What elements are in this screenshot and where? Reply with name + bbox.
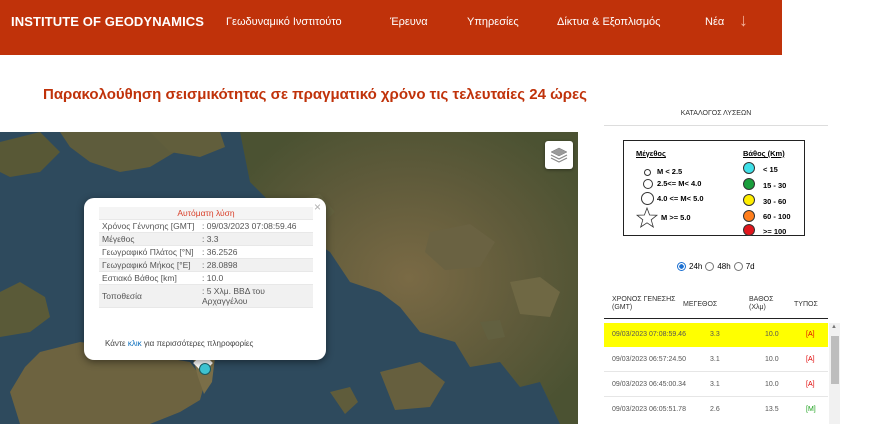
depth-dot-icon bbox=[743, 210, 755, 222]
cell-time: 09/03/2023 06:45:00.34 bbox=[612, 381, 686, 388]
cell-depth: 10.0 bbox=[765, 331, 779, 338]
header-divider bbox=[604, 318, 828, 319]
legend-depth-header: Βάθος (Km) bbox=[743, 149, 785, 158]
cell-time: 09/03/2023 06:57:24.50 bbox=[612, 356, 686, 363]
magnitude-circle-icon bbox=[643, 179, 653, 189]
top-navbar: INSTITUTE OF GEODYNAMICS Γεωδυναμικό Ινσ… bbox=[0, 0, 782, 55]
table-row[interactable]: 09/03/2023 06:45:00.34 3.1 10.0 [A] bbox=[604, 373, 828, 397]
close-icon[interactable]: × bbox=[314, 200, 321, 214]
page-title: Παρακολούθηση σεισμικότητας σε πραγματικ… bbox=[43, 86, 587, 103]
star-icon bbox=[636, 207, 658, 228]
brand-logo-text[interactable]: INSTITUTE OF GEODYNAMICS bbox=[11, 14, 204, 29]
legend-mag-0: M < 2.5 bbox=[657, 167, 683, 176]
event-details-table: Αυτόματη λύση Χρόνος Γέννησης [GMT]: 09/… bbox=[99, 207, 313, 308]
legend-depth-4: >= 100 bbox=[763, 227, 787, 236]
legend-depth-3: 60 - 100 bbox=[763, 212, 791, 221]
detail-value: : 36.2526 bbox=[199, 245, 313, 259]
column-header-depth: ΒΑΘΟΣ (Χλμ) bbox=[749, 296, 774, 311]
more-info-prefix: Κάντε bbox=[105, 339, 128, 348]
cell-magnitude: 3.1 bbox=[710, 356, 720, 363]
radio-label-48h: 48h bbox=[717, 262, 731, 271]
radio-7d[interactable] bbox=[733, 262, 743, 271]
depth-dot-icon bbox=[743, 178, 755, 190]
radio-48h[interactable] bbox=[705, 262, 715, 271]
earthquake-marker[interactable] bbox=[199, 363, 211, 375]
detail-label: Γεωγραφικό Πλάτος [°N] bbox=[99, 245, 199, 259]
detail-label: Μέγεθος bbox=[99, 232, 199, 246]
nav-item-news[interactable]: Νέα bbox=[705, 16, 724, 28]
column-header-type: ΤΥΠΟΣ bbox=[794, 301, 818, 308]
cell-type: [A] bbox=[806, 331, 815, 338]
cell-depth: 10.0 bbox=[765, 381, 779, 388]
nav-item-institute[interactable]: Γεωδυναμικό Ινστιτούτο bbox=[226, 16, 342, 28]
popup-more-info: Κάντε κλικ για περισσότερες πληροφορίες bbox=[105, 339, 253, 348]
nav-item-networks[interactable]: Δίκτυα & Εξοπλισμός bbox=[557, 16, 660, 28]
more-info-link[interactable]: κλικ bbox=[128, 339, 142, 348]
cell-type: [M] bbox=[806, 406, 816, 413]
radio-label-7d: 7d bbox=[745, 262, 755, 271]
detail-value: : 09/03/2023 07:08:59.46 bbox=[199, 219, 313, 233]
popup-title: Αυτόματη λύση bbox=[99, 207, 313, 220]
detail-label: Τοποθεσία bbox=[99, 284, 199, 308]
legend-depth-1: 15 - 30 bbox=[763, 181, 787, 190]
cell-type: [A] bbox=[806, 356, 815, 363]
table-row[interactable]: 09/03/2023 06:57:24.50 3.1 10.0 [A] bbox=[604, 348, 828, 372]
detail-value: : 5 Χλμ. ΒΒΔ του Αρχαγγέλου bbox=[199, 284, 313, 308]
table-row[interactable]: 09/03/2023 07:08:59.46 3.3 10.0 [A] bbox=[604, 323, 828, 347]
cell-depth: 10.0 bbox=[765, 356, 779, 363]
scroll-up-icon[interactable]: ▲ bbox=[831, 324, 837, 330]
legend-mag-1: 2.5<= M< 4.0 bbox=[657, 179, 702, 188]
cell-type: [A] bbox=[806, 381, 815, 388]
time-range-selector: 24h 48h 7d bbox=[677, 262, 755, 271]
cell-time: 09/03/2023 06:05:51.78 bbox=[612, 406, 686, 413]
legend-mag-2: 4.0 <= M< 5.0 bbox=[657, 194, 704, 203]
depth-dot-icon bbox=[743, 224, 755, 236]
nav-item-services[interactable]: Υπηρεσίες bbox=[467, 16, 519, 28]
detail-label: Εστιακό Βάθος [km] bbox=[99, 271, 199, 285]
cell-magnitude: 3.1 bbox=[710, 381, 720, 388]
depth-dot-icon bbox=[743, 194, 755, 206]
more-info-suffix: για περισσότερες πληροφορίες bbox=[141, 339, 254, 348]
magnitude-circle-icon bbox=[644, 169, 651, 176]
column-header-magnitude: ΜΕΓΕΘΟΣ bbox=[683, 301, 718, 308]
column-header-time: ΧΡΟΝΟΣ ΓΕΝΕΣΗΣ (GMT) bbox=[612, 296, 676, 311]
nav-item-research[interactable]: Έρευνα bbox=[390, 16, 428, 28]
cell-depth: 13.5 bbox=[765, 406, 779, 413]
legend-mag-3: M >= 5.0 bbox=[661, 213, 691, 222]
detail-value: : 28.0898 bbox=[199, 258, 313, 272]
detail-label: Γεωγραφικό Μήκος [°E] bbox=[99, 258, 199, 272]
legend-depth-0: < 15 bbox=[763, 165, 778, 174]
cell-time: 09/03/2023 07:08:59.46 bbox=[612, 331, 686, 338]
table-row[interactable]: 09/03/2023 06:05:51.78 2.6 13.5 [M] bbox=[604, 398, 828, 422]
legend-depth-2: 30 - 60 bbox=[763, 197, 787, 206]
detail-value: : 3.3 bbox=[199, 232, 313, 246]
catalog-title: ΚΑΤΑΛΟΓΟΣ ΛΥΣΕΩΝ bbox=[604, 110, 828, 126]
radio-24h[interactable] bbox=[677, 262, 686, 271]
scrollbar-thumb[interactable] bbox=[831, 336, 839, 384]
cell-magnitude: 2.6 bbox=[710, 406, 720, 413]
cell-magnitude: 3.3 bbox=[710, 331, 720, 338]
arrow-down-icon[interactable]: ↓ bbox=[739, 10, 748, 31]
detail-label: Χρόνος Γέννησης [GMT] bbox=[99, 219, 199, 233]
legend-box: Μέγεθος Βάθος (Km) M < 2.5 2.5<= M< 4.0 … bbox=[623, 140, 805, 236]
layers-icon[interactable] bbox=[545, 141, 573, 169]
magnitude-circle-icon bbox=[641, 192, 654, 205]
detail-value: : 10.0 bbox=[199, 271, 313, 285]
radio-label-24h: 24h bbox=[689, 262, 703, 271]
legend-magnitude-header: Μέγεθος bbox=[636, 149, 666, 158]
depth-dot-icon bbox=[743, 162, 755, 174]
